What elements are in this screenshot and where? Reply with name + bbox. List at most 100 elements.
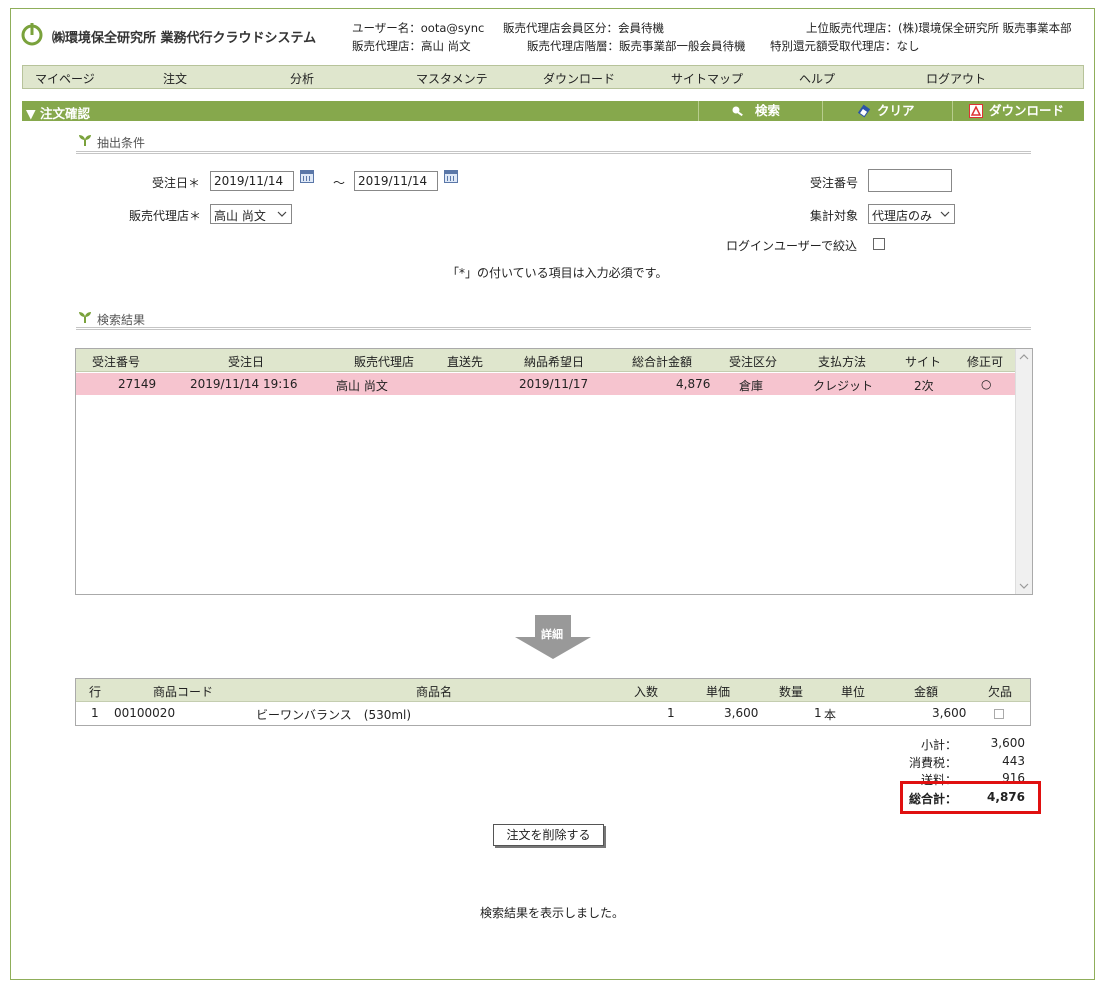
grand-total-highlight: [900, 781, 1041, 814]
col-editable[interactable]: 修正可: [967, 353, 1003, 370]
col-line: 行: [89, 685, 102, 699]
table-row[interactable]: 27149 2019/11/14 19:16 高山 尚文 2019/11/17 …: [76, 373, 1016, 395]
col-ship-to[interactable]: 直送先: [447, 353, 483, 370]
cell-order-no: 27149: [118, 377, 157, 391]
scroll-up-icon[interactable]: [1019, 353, 1029, 361]
section-titlebar: ▼ 注文確認 検索 クリア ダウンロード: [22, 101, 1084, 121]
member-class: 販売代理店会員区分：会員待機: [503, 21, 664, 35]
detail-table: 行 商品コード 商品名 入数 単価 数量 単位 金額 欠品 1 00100020…: [75, 678, 1031, 726]
calendar-icon[interactable]: [444, 170, 458, 183]
main-menu: マイページ 注文 分析 マスタメンテ ダウンロード サイトマップ ヘルプ ログア…: [22, 65, 1084, 89]
status-message: 検索結果を表示しました。: [480, 906, 625, 920]
divider: [76, 327, 1031, 330]
results-scrollbar[interactable]: [1015, 349, 1032, 594]
col-agency[interactable]: 販売代理店: [354, 353, 414, 370]
order-date-label: 受注日＊: [152, 176, 201, 190]
cell-unit-price: 3,600: [724, 706, 759, 720]
cell-pack: 1: [667, 706, 675, 720]
menu-download[interactable]: ダウンロード: [543, 70, 615, 87]
cell-payment: クレジット: [813, 379, 874, 393]
agency-select[interactable]: 高山 尚文: [210, 204, 292, 224]
cell-product-code: 00100020: [114, 706, 176, 720]
detail-label: 詳細: [541, 628, 563, 641]
chevron-down-icon: [940, 211, 950, 217]
agency-name: 販売代理店：高山 尚文: [352, 39, 471, 53]
results-grid: 受注番号 受注日 販売代理店 直送先 納品希望日 総合計金額 受注区分 支払方法…: [75, 348, 1033, 595]
tax-label: 消費税：: [908, 756, 957, 770]
calendar-icon[interactable]: [300, 170, 314, 183]
magnifier-icon: [732, 106, 743, 117]
col-order-date[interactable]: 受注日: [228, 353, 264, 370]
menu-order[interactable]: 注文: [163, 70, 187, 87]
cell-editable: ○: [981, 377, 992, 391]
special-rebate: 特別還元額受取代理店：なし: [770, 39, 920, 53]
app-title: ㈱環境保全研究所 業務代行クラウドシステム: [52, 31, 317, 46]
conditions-heading: 抽出条件: [97, 136, 146, 150]
menu-sitemap[interactable]: サイトマップ: [671, 70, 743, 87]
target-label: 集計対象: [810, 209, 859, 223]
col-unit: 単位: [841, 685, 866, 699]
sprout-icon: [79, 312, 91, 323]
scroll-down-icon[interactable]: [1019, 582, 1029, 590]
cell-product-name: ビーワンバランス (530ml): [256, 708, 412, 722]
col-product-name: 商品名: [416, 685, 453, 699]
parent-agency: 上位販売代理店：(株)環境保全研究所 販売事業本部: [806, 21, 1072, 35]
col-amount: 金額: [914, 685, 939, 699]
col-order-type[interactable]: 受注区分: [729, 353, 777, 370]
subtotal-label: 小計：: [920, 738, 957, 752]
detail-arrow: 詳細: [515, 615, 591, 659]
cell-site: 2次: [914, 379, 934, 393]
clear-button[interactable]: クリア: [822, 101, 952, 121]
col-order-no[interactable]: 受注番号: [92, 353, 140, 370]
col-payment[interactable]: 支払方法: [818, 353, 866, 370]
menu-mypage[interactable]: マイページ: [35, 70, 95, 87]
search-button[interactable]: 検索: [698, 101, 822, 121]
col-pack: 入数: [634, 685, 659, 699]
cell-amount: 3,600: [932, 706, 967, 720]
detail-header-row: 行 商品コード 商品名 入数 単価 数量 単位 金額 欠品: [76, 679, 1030, 702]
table-row: 1 00100020 ビーワンバランス (530ml) 1 3,600 1 本 …: [76, 702, 1030, 724]
date-to-input[interactable]: [354, 171, 438, 191]
menu-master[interactable]: マスタメンテ: [416, 70, 488, 87]
agency-label: 販売代理店＊: [129, 209, 202, 223]
chevron-down-icon: [277, 211, 287, 217]
cell-order-date: 2019/11/14 19:16: [190, 377, 298, 391]
cell-unit: 本: [824, 708, 837, 722]
date-from-input[interactable]: [210, 171, 294, 191]
menu-analysis[interactable]: 分析: [290, 70, 314, 87]
page-title: ▼ 注文確認: [26, 106, 90, 121]
menu-help[interactable]: ヘルプ: [799, 70, 835, 87]
order-no-label: 受注番号: [810, 176, 859, 190]
tilde-separator: ～: [333, 176, 346, 190]
cell-total: 4,876: [676, 377, 711, 391]
cell-order-type: 倉庫: [739, 379, 764, 393]
cell-quantity: 1: [814, 706, 822, 720]
menu-logout[interactable]: ログアウト: [926, 70, 986, 87]
col-stockout: 欠品: [988, 685, 1013, 699]
col-delivery-date[interactable]: 納品希望日: [524, 353, 584, 370]
user-name: ユーザー名：oota@sync: [352, 21, 485, 35]
cell-delivery-date: 2019/11/17: [519, 377, 589, 391]
download-button[interactable]: ダウンロード: [952, 101, 1084, 121]
cell-line: 1: [91, 706, 99, 720]
col-product-code: 商品コード: [153, 685, 214, 699]
login-filter-checkbox[interactable]: [873, 238, 885, 250]
col-site[interactable]: サイト: [905, 353, 941, 370]
results-heading: 検索結果: [97, 313, 146, 327]
agency-tier: 販売代理店階層：販売事業部一般会員待機: [527, 39, 746, 53]
col-quantity: 数量: [779, 685, 804, 699]
col-unit-price: 単価: [706, 685, 731, 699]
col-total[interactable]: 総合計金額: [632, 353, 692, 370]
subtotal-value: 3,600: [990, 736, 1025, 750]
target-select[interactable]: 代理店のみ: [868, 204, 955, 224]
login-filter-label: ログインユーザーで絞込: [726, 239, 858, 253]
pdf-icon: [969, 104, 983, 118]
required-note: 「*」の付いている項目は入力必須です。: [447, 266, 668, 280]
power-logo-icon: [21, 23, 43, 46]
stockout-checkbox[interactable]: [994, 709, 1004, 719]
sprout-icon: [79, 135, 91, 146]
divider: [76, 151, 1031, 154]
tax-value: 443: [1002, 754, 1025, 768]
order-no-input[interactable]: [868, 169, 952, 192]
delete-order-button[interactable]: 注文を削除する: [493, 824, 604, 846]
